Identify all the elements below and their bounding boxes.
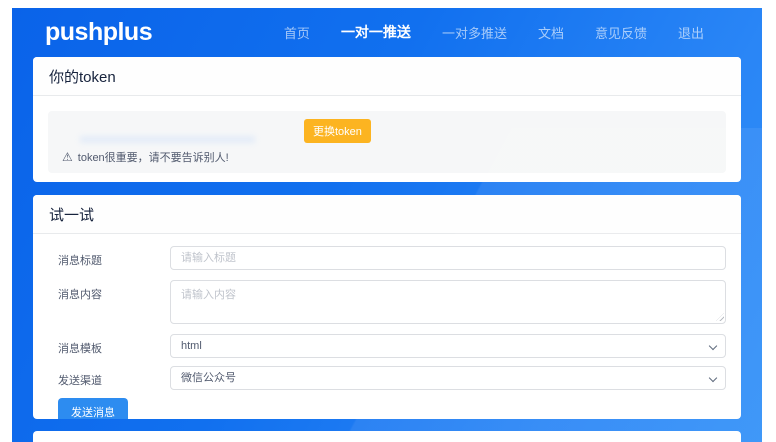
token-card-body: 更换token ⚠ token很重要，请不要告诉别人!: [33, 96, 741, 182]
message-content-textarea[interactable]: [170, 280, 726, 324]
nav-item-docs[interactable]: 文档: [538, 23, 564, 42]
send-message-button[interactable]: 发送消息: [58, 398, 128, 419]
message-title-label: 消息标题: [58, 246, 170, 270]
message-template-select[interactable]: html: [170, 334, 726, 358]
form-row-title: 消息标题: [58, 246, 726, 270]
page-background: pushplus 首页 一对一推送 一对多推送 文档 意见反馈 退出 你的tok…: [12, 8, 762, 442]
change-token-button[interactable]: 更换token: [304, 119, 371, 143]
card-gap: [33, 182, 741, 195]
token-warning: ⚠ token很重要，请不要告诉别人!: [62, 149, 712, 165]
nav-item-home[interactable]: 首页: [284, 23, 310, 42]
form-row-channel: 发送渠道 微信公众号: [58, 366, 726, 390]
send-channel-label: 发送渠道: [58, 366, 170, 390]
token-card-title: 你的token: [33, 57, 741, 96]
message-title-input[interactable]: [170, 246, 726, 270]
message-template-label: 消息模板: [58, 334, 170, 358]
send-message-form: 消息标题 消息内容 消息模板 html: [33, 234, 741, 419]
token-box: 更换token ⚠ token很重要，请不要告诉别人!: [48, 111, 726, 173]
main-content: 你的token 更换token ⚠ token很重要，请不要告诉别人!: [12, 57, 762, 442]
nav-item-logout[interactable]: 退出: [678, 23, 704, 42]
form-row-content: 消息内容: [58, 280, 726, 324]
form-row-template: 消息模板 html: [58, 334, 726, 358]
masked-token-echo: [80, 136, 255, 143]
nav-item-one-to-one[interactable]: 一对一推送: [341, 22, 411, 42]
warning-triangle-icon: ⚠: [62, 151, 73, 163]
message-content-label: 消息内容: [58, 280, 170, 324]
nav-item-feedback[interactable]: 意见反馈: [595, 23, 647, 42]
token-warning-text: token很重要，请不要告诉别人!: [78, 149, 229, 165]
next-card-partial: [33, 431, 741, 442]
try-card: 试一试 消息标题 消息内容 消息模板: [33, 195, 741, 419]
nav-links: 首页 一对一推送 一对多推送 文档 意见反馈 退出: [284, 22, 704, 42]
token-row: 更换token: [62, 120, 712, 142]
nav-item-one-to-many[interactable]: 一对多推送: [442, 23, 507, 42]
navbar: pushplus 首页 一对一推送 一对多推送 文档 意见反馈 退出: [12, 8, 762, 56]
token-card: 你的token 更换token ⚠ token很重要，请不要告诉别人!: [33, 57, 741, 182]
try-card-title: 试一试: [33, 195, 741, 234]
pushplus-logo[interactable]: pushplus: [45, 18, 152, 47]
send-channel-select[interactable]: 微信公众号: [170, 366, 726, 390]
